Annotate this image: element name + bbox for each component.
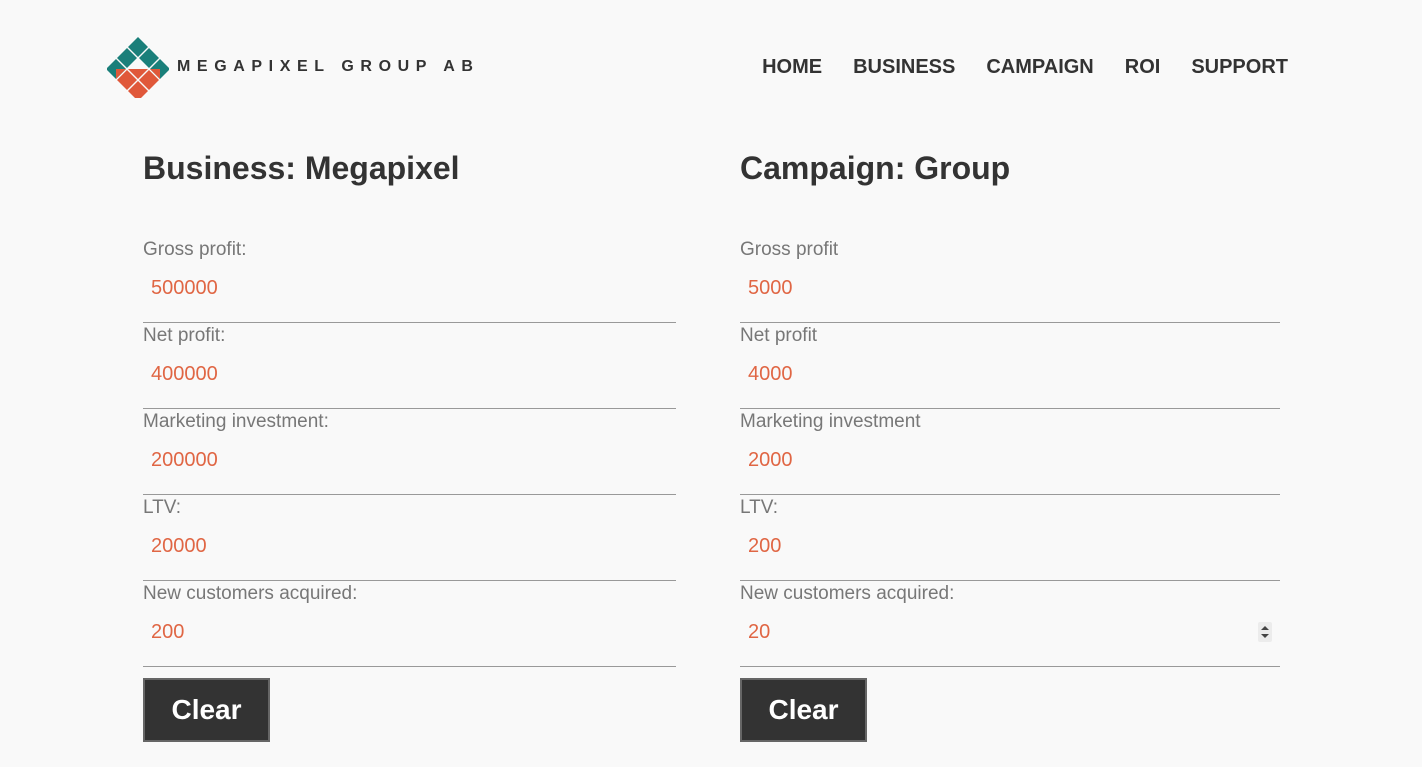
campaign-ltv-input[interactable] [740,530,1280,562]
field-label: New customers acquired: [740,583,955,604]
nav-support[interactable]: SUPPORT [1191,56,1288,79]
business-title: Business: Megapixel [143,150,460,186]
main-nav: HOME BUSINESS CAMPAIGN ROI SUPPORT [762,56,1288,79]
business-ltv-input[interactable] [143,530,676,562]
business-panel: Business: Megapixel Gross profit: Net pr… [143,148,676,667]
campaign-title: Campaign: Group [740,150,1011,186]
business-net-profit-input[interactable] [143,358,676,390]
business-gross-profit-input[interactable] [143,272,676,304]
business-marketing-investment-field: Marketing investment: [143,410,676,495]
business-form: Gross profit: Net profit: Marketing inve… [143,238,676,667]
business-new-customers-field: New customers acquired: [143,582,676,667]
spinner-down-icon[interactable] [1261,634,1269,638]
campaign-clear-button[interactable]: Clear [740,678,867,742]
field-label: Marketing investment: [143,411,329,432]
business-clear-button[interactable]: Clear [143,678,270,742]
campaign-new-customers-input[interactable] [740,616,1280,648]
campaign-marketing-investment-field: Marketing investment [740,410,1280,495]
logo[interactable]: MEGAPIXEL GROUP AB [107,36,480,98]
nav-business[interactable]: BUSINESS [853,56,955,79]
megapixel-logo-icon [107,37,169,98]
campaign-form: Gross profit Net profit Marketing invest… [740,238,1280,667]
field-label: LTV: [740,497,779,518]
spinner-up-icon[interactable] [1261,626,1269,630]
business-new-customers-input[interactable] [143,616,676,648]
campaign-gross-profit-field: Gross profit [740,238,1280,323]
brand-name: MEGAPIXEL GROUP AB [177,58,480,75]
campaign-panel: Campaign: Group Gross profit Net profit … [740,148,1280,667]
field-label: Net profit: [143,325,226,346]
nav-campaign[interactable]: CAMPAIGN [986,56,1093,79]
nav-roi[interactable]: ROI [1125,56,1161,79]
site-header: MEGAPIXEL GROUP AB HOME BUSINESS CAMPAIG… [0,0,1422,110]
field-label: Marketing investment [740,411,921,432]
campaign-marketing-investment-input[interactable] [740,444,1280,476]
field-label: Net profit [740,325,818,346]
nav-home[interactable]: HOME [762,56,822,79]
campaign-gross-profit-input[interactable] [740,272,1280,304]
campaign-net-profit-input[interactable] [740,358,1280,390]
field-label: Gross profit: [143,239,247,260]
field-label: LTV: [143,497,182,518]
campaign-new-customers-field: New customers acquired: [740,582,1280,667]
campaign-net-profit-field: Net profit [740,324,1280,409]
field-label: Gross profit [740,239,839,260]
campaign-ltv-field: LTV: [740,496,1280,581]
field-label: New customers acquired: [143,583,358,604]
business-marketing-investment-input[interactable] [143,444,676,476]
number-spinner[interactable] [1258,622,1272,642]
business-net-profit-field: Net profit: [143,324,676,409]
business-gross-profit-field: Gross profit: [143,238,676,323]
business-ltv-field: LTV: [143,496,676,581]
